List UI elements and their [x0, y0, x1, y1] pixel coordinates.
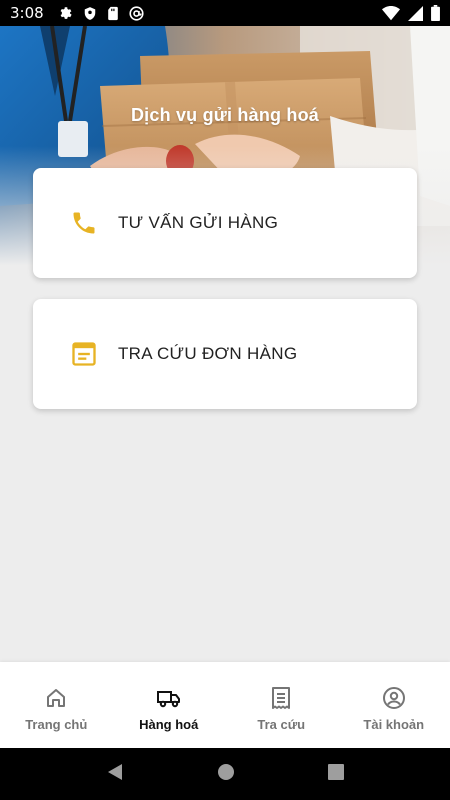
back-icon[interactable] — [106, 763, 124, 786]
status-system-icons — [382, 5, 440, 21]
nav-item-home[interactable]: Trang chủ — [0, 662, 113, 748]
recents-icon[interactable] — [327, 763, 344, 785]
status-bar: 3:08 — [0, 0, 450, 26]
nav-label: Hàng hoá — [139, 716, 199, 732]
order-lookup-card[interactable]: TRA CỨU ĐƠN HÀNG — [33, 299, 417, 409]
status-notification-icons — [58, 5, 144, 21]
gear-icon — [58, 6, 73, 21]
shipping-consult-card[interactable]: TƯ VẤN GỬI HÀNG — [33, 168, 417, 278]
bottom-navigation: Trang chủ Hàng hoá Tra cứu Tài khoản — [0, 662, 450, 748]
account-icon — [382, 685, 406, 711]
document-icon — [69, 339, 99, 369]
shield-icon — [83, 6, 97, 21]
home-circle-icon[interactable] — [217, 763, 235, 786]
battery-icon — [431, 5, 440, 21]
card-label: TRA CỨU ĐƠN HÀNG — [118, 344, 298, 363]
receipt-icon — [270, 685, 292, 711]
card-label: TƯ VẤN GỬI HÀNG — [118, 213, 279, 232]
status-time: 3:08 — [10, 4, 44, 22]
nav-label: Tra cứu — [257, 716, 306, 732]
truck-icon — [156, 685, 182, 711]
page-title: Dịch vụ gửi hàng hoá — [130, 105, 320, 125]
at-sign-icon — [129, 5, 144, 21]
nav-item-lookup[interactable]: Tra cứu — [225, 662, 338, 748]
wifi-icon — [382, 5, 400, 21]
phone-icon — [69, 208, 99, 238]
sd-card-icon — [107, 6, 119, 21]
nav-label: Trang chủ — [25, 716, 88, 732]
system-navigation-bar — [0, 748, 450, 800]
home-icon — [44, 685, 68, 711]
signal-icon — [408, 5, 423, 21]
nav-item-account[interactable]: Tài khoản — [338, 662, 450, 748]
nav-item-goods[interactable]: Hàng hoá — [113, 662, 226, 748]
nav-label: Tài khoản — [363, 716, 425, 732]
